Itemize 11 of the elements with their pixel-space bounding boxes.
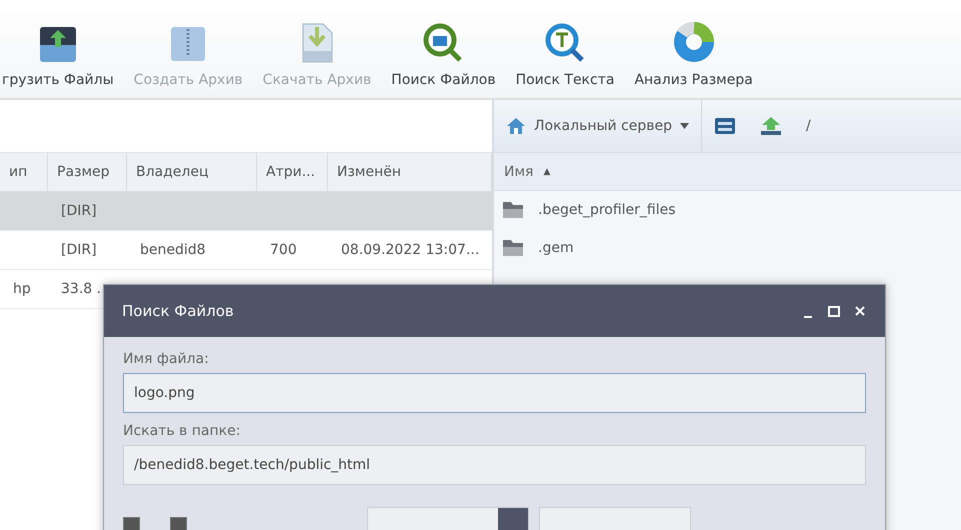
table-cell-text: 33.8 .	[60, 280, 102, 299]
table-cell-text: 08.09.2022 13:07...	[340, 241, 480, 260]
table-cell-text: [DIR]	[60, 202, 98, 221]
field-label: Имя файла:	[123, 351, 210, 367]
current-path: /	[806, 118, 811, 134]
table-cell-text: 700	[269, 241, 298, 260]
table-cell-text: hp	[12, 280, 32, 299]
table-cell-text: [DIR]	[60, 241, 98, 260]
table-cell-text: benedid8	[139, 241, 207, 260]
field-label: Искать в папке:	[123, 423, 242, 439]
dialog-title: Поиск Файлов	[122, 302, 234, 320]
